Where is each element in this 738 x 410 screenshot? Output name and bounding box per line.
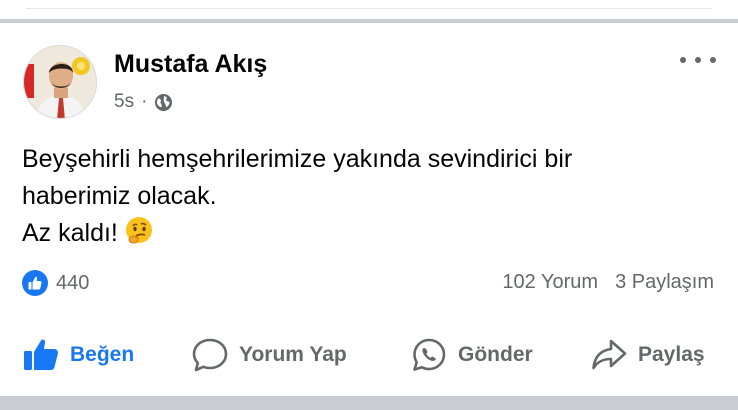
reaction-count: 440 <box>56 271 90 294</box>
separator-line <box>26 8 712 9</box>
post-text: Beyşehirli hemşehrilerimize yakında sevi… <box>22 141 712 257</box>
share-count[interactable]: 3 Paylaşım <box>615 271 714 294</box>
action-bar: Beğen Yorum Yap Gönder Paylaş <box>0 323 738 387</box>
engagement-counts: 102 Yorum 3 Paylaşım <box>502 271 714 294</box>
send-label: Gönder <box>458 343 533 366</box>
previous-post-edge <box>0 0 738 20</box>
share-button[interactable]: Paylaş <box>590 323 705 387</box>
share-label: Paylaş <box>638 343 705 366</box>
more-dot <box>680 57 686 63</box>
thinking-face-emoji <box>124 216 154 257</box>
more-dot <box>695 57 701 63</box>
timestamp[interactable]: 5s <box>114 91 134 113</box>
thumbs-up-icon <box>24 339 58 370</box>
author-name[interactable]: Mustafa Akış <box>114 50 267 79</box>
profile-photo <box>24 46 96 118</box>
globe-icon[interactable] <box>154 93 173 112</box>
like-reaction-icon <box>22 270 48 296</box>
like-button[interactable]: Beğen <box>22 323 134 387</box>
post-card: Mustafa Akış 5s · Beyşehirli hemşehriler… <box>0 23 738 396</box>
reaction-summary[interactable]: 440 <box>22 270 89 296</box>
post-text-line: Beyşehirli hemşehrilerimize yakında sevi… <box>22 145 573 173</box>
like-label: Beğen <box>70 343 135 366</box>
comment-bubble-icon <box>192 338 228 372</box>
post-text-line-last: Az kaldı! <box>22 215 712 257</box>
share-arrow-icon <box>592 339 627 370</box>
comment-button[interactable]: Yorum Yap <box>191 323 347 387</box>
post-text-line: haberimiz olacak. <box>22 182 217 210</box>
send-button[interactable]: Gönder <box>410 323 533 387</box>
meta-separator: · <box>141 91 148 112</box>
more-options-button[interactable] <box>680 51 716 69</box>
comment-label: Yorum Yap <box>239 343 347 366</box>
feed-divider-bottom <box>0 396 738 410</box>
more-dot <box>710 57 716 63</box>
post-text-line: Az kaldı! <box>22 219 118 247</box>
post-meta: 5s · <box>114 90 173 114</box>
avatar[interactable] <box>23 45 97 119</box>
comment-count[interactable]: 102 Yorum <box>502 271 598 294</box>
whatsapp-icon <box>413 338 446 371</box>
